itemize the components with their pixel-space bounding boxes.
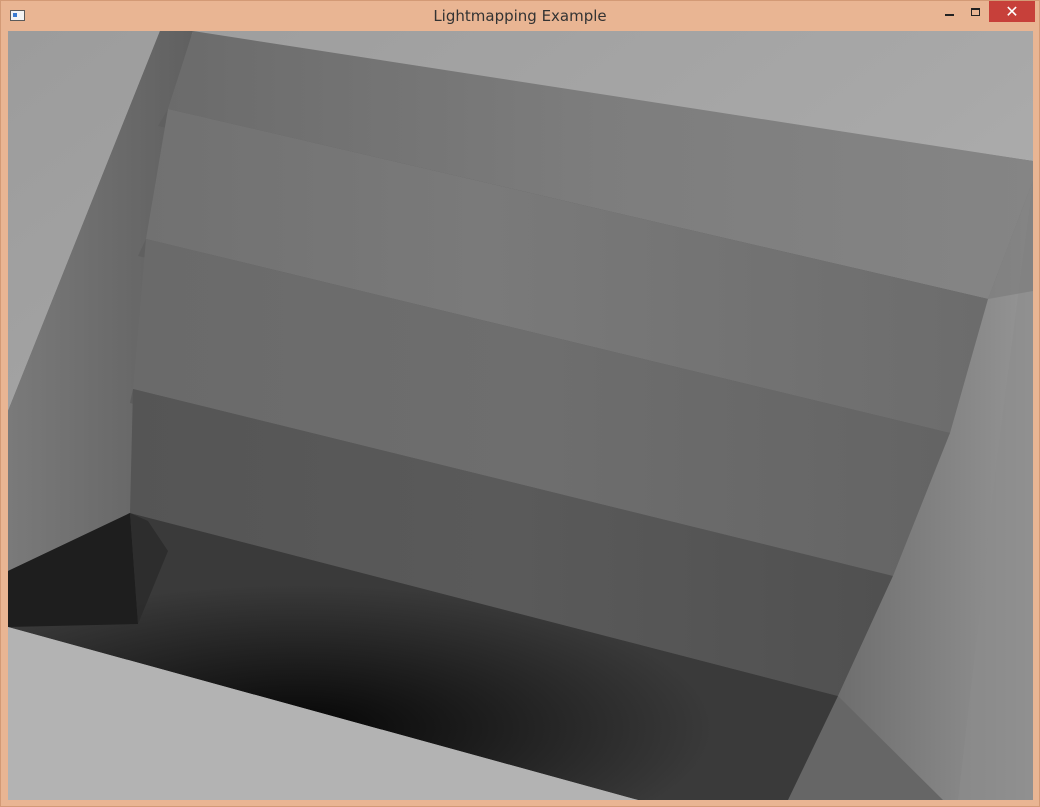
window-title: Lightmapping Example (433, 7, 607, 25)
maximize-icon (971, 7, 980, 16)
maximize-button[interactable] (963, 1, 988, 22)
close-button[interactable]: ✕ (989, 1, 1035, 22)
minimize-button[interactable] (937, 1, 962, 22)
app-window: Lightmapping Example ✕ (0, 0, 1040, 807)
minimize-icon (945, 13, 954, 16)
render-viewport[interactable] (8, 31, 1033, 800)
close-icon: ✕ (1005, 2, 1019, 21)
title-bar[interactable]: Lightmapping Example ✕ (1, 1, 1039, 31)
scene-render (8, 31, 1033, 800)
